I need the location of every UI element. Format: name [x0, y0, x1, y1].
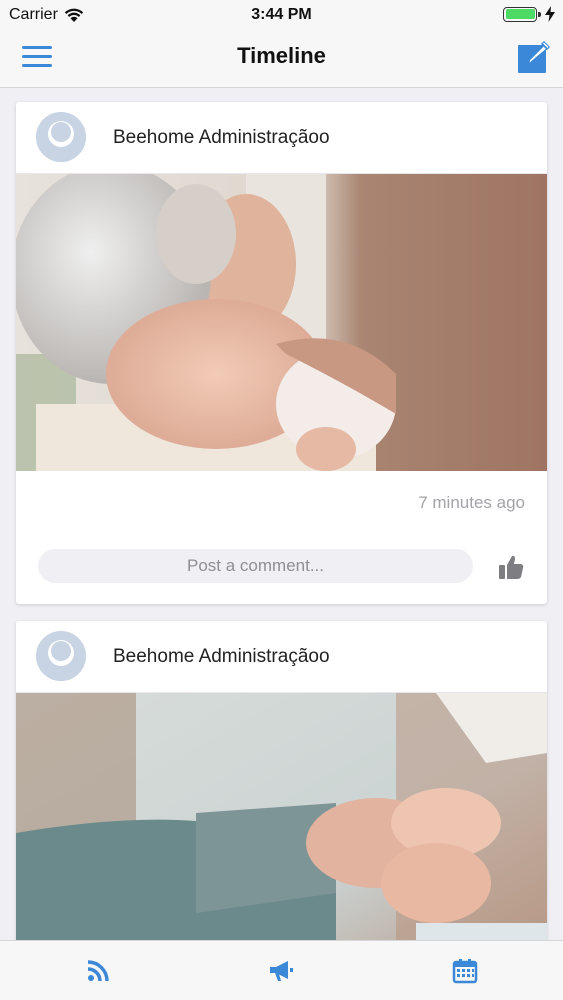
battery-icon	[503, 6, 541, 22]
thumbs-up-icon	[499, 555, 524, 579]
comment-input[interactable]	[38, 549, 473, 583]
page-title: Timeline	[237, 43, 326, 68]
status-time: 3:44 PM	[251, 6, 312, 23]
post-timestamp: 7 minutes ago	[418, 493, 525, 512]
like-button[interactable]	[497, 553, 525, 581]
compose-icon	[518, 41, 550, 73]
post-card: Beehome Administraçãoo	[16, 102, 547, 604]
compose-button[interactable]	[517, 40, 551, 74]
holding-hands-photo	[16, 693, 547, 940]
post-image[interactable]	[16, 693, 547, 940]
timeline-feed[interactable]: Beehome Administraçãoo 7 minutes ago Pos…	[0, 89, 563, 940]
rss-feed-icon	[87, 960, 109, 982]
post-header: Beehome Administraçãoo	[16, 102, 547, 174]
tab-calendar[interactable]	[451, 957, 479, 985]
post-card: Beehome Administraçãoo	[16, 621, 547, 940]
post-author[interactable]: Beehome Administraçãoo	[113, 127, 330, 149]
status-bar: Carrier 3:44 PM	[0, 0, 563, 30]
tab-bar	[0, 940, 563, 1000]
user-placeholder-icon	[36, 631, 86, 681]
status-right	[503, 6, 555, 22]
tab-feed[interactable]	[84, 957, 112, 985]
post-header: Beehome Administraçãoo	[16, 621, 547, 693]
megaphone-icon	[270, 961, 293, 981]
grandmother-baby-photo	[16, 174, 547, 471]
nav-bar: Timeline	[0, 30, 563, 88]
avatar[interactable]	[36, 631, 86, 681]
tab-announcements[interactable]	[267, 957, 295, 985]
avatar[interactable]	[36, 112, 86, 162]
calendar-icon	[452, 959, 478, 984]
post-author[interactable]: Beehome Administraçãoo	[113, 646, 330, 668]
charging-bolt-icon	[545, 6, 555, 22]
post-image[interactable]	[16, 174, 547, 471]
user-placeholder-icon	[36, 112, 86, 162]
comment-row	[16, 549, 547, 583]
